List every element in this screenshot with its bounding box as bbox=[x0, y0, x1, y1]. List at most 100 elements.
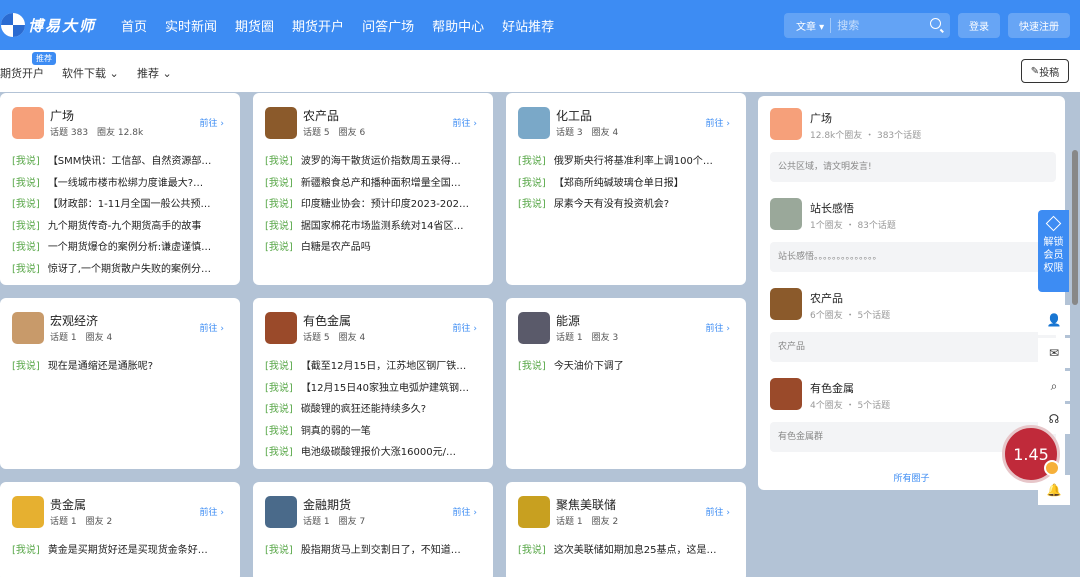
search-icon[interactable] bbox=[930, 18, 941, 29]
scrollbar[interactable] bbox=[1072, 150, 1078, 305]
go-link[interactable]: 前往 › bbox=[200, 321, 224, 334]
circle-card: 化工品 话题 3 圈友 4 前往 › [我说] 俄罗斯央行将基准利率上调100个…… bbox=[506, 93, 746, 285]
post-item[interactable]: [我说] 印度糖业协会：预计印度2023-202… bbox=[265, 194, 481, 216]
subnav-software[interactable]: 软件下载 ⌄ bbox=[62, 65, 119, 81]
mail-icon[interactable]: ✉ bbox=[1038, 338, 1070, 368]
subnav-recommend[interactable]: 推荐 ⌄ bbox=[137, 65, 172, 81]
login-button[interactable]: 登录 bbox=[958, 13, 1000, 38]
post-item[interactable]: [我说] 碳酸锂的疯狂还能持续多久? bbox=[265, 399, 481, 421]
post-item[interactable]: [我说] 【郑商所纯碱玻璃仓单日报】 bbox=[518, 173, 734, 195]
site-logo[interactable]: 博易大师 bbox=[0, 11, 100, 39]
post-item[interactable]: [我说] 【SMM快讯：工信部、自然资源部… bbox=[12, 151, 228, 173]
post-item[interactable]: [我说] 【一线城市楼市松绑力度谁最大?… bbox=[12, 173, 228, 195]
circle-title[interactable]: 有色金属 bbox=[303, 312, 351, 329]
post-list: [我说] 股指期货马上到交割日了，不知道… bbox=[265, 540, 481, 562]
post-item[interactable]: [我说] 现在是通缩还是通胀呢? bbox=[12, 356, 228, 378]
circle-meta: 6个圈友 ・ 5个话题 bbox=[810, 311, 891, 321]
post-item[interactable]: [我说] 据国家棉花市场监测系统对14省区… bbox=[265, 216, 481, 238]
top-navbar: 博易大师 首页 实时新闻 期货圈 期货开户 问答广场 帮助中心 好站推荐 文章 … bbox=[0, 0, 1080, 50]
post-tag: [我说] bbox=[265, 545, 293, 556]
subnav-account-open[interactable]: 期货开户 bbox=[0, 65, 44, 81]
post-item[interactable]: [我说] 惊讶了,一个期货散户失败的案例分… bbox=[12, 259, 228, 281]
post-item[interactable]: [我说] 【12月15日40家独立电弧炉建筑钢… bbox=[265, 378, 481, 400]
post-item[interactable]: [我说] 股指期货马上到交割日了，不知道… bbox=[265, 540, 481, 562]
post-item[interactable]: [我说] 今天油价下调了 bbox=[518, 356, 734, 378]
circle-meta: 4个圈友 ・ 5个话题 bbox=[810, 401, 891, 411]
post-list: [我说] 黄金是买期货好还是买现货金条好… bbox=[12, 540, 228, 562]
nav-account-open[interactable]: 期货开户 bbox=[292, 16, 344, 35]
circle-title[interactable]: 聚焦美联储 bbox=[556, 496, 616, 513]
logo-text: 博易大师 bbox=[28, 16, 97, 35]
post-tag: [我说] bbox=[265, 382, 293, 394]
post-item[interactable]: [我说] 波罗的海干散货运价指数周五录得… bbox=[265, 151, 481, 173]
circle-thumbnail bbox=[12, 496, 44, 528]
post-tag: [我说] bbox=[518, 199, 546, 210]
post-item[interactable]: [我说] 【财政部：1-11月全国一般公共预… bbox=[12, 194, 228, 216]
circle-name: 站长感悟 bbox=[810, 202, 854, 215]
circle-title[interactable]: 能源 bbox=[556, 312, 580, 329]
vip-unlock-button[interactable]: 解锁会员权限 bbox=[1038, 210, 1069, 292]
go-link[interactable]: 前往 › bbox=[706, 116, 730, 129]
circle-title[interactable]: 贵金属 bbox=[50, 496, 86, 513]
post-item[interactable]: [我说] 新疆粮食总产和播种面积增量全国… bbox=[265, 173, 481, 195]
post-tag: [我说] bbox=[518, 177, 546, 189]
go-link[interactable]: 前往 › bbox=[453, 505, 477, 518]
post-list: [我说] 今天油价下调了 bbox=[518, 356, 734, 378]
refresh-icon[interactable] bbox=[1044, 460, 1060, 476]
go-link[interactable]: 前往 › bbox=[453, 321, 477, 334]
circle-card: 农产品 话题 5 圈友 6 前往 › [我说] 波罗的海干散货运价指数周五录得…[… bbox=[253, 93, 493, 285]
nav-home[interactable]: 首页 bbox=[121, 16, 147, 35]
circle-title[interactable]: 宏观经济 bbox=[50, 312, 98, 329]
search-side-icon[interactable]: ⌕ bbox=[1038, 371, 1070, 401]
sub-navbar: 推荐 期货开户 软件下载 ⌄ 推荐 ⌄ bbox=[0, 50, 1080, 92]
circle-meta: 话题 1 圈友 3 bbox=[556, 333, 619, 343]
go-link[interactable]: 前往 › bbox=[200, 505, 224, 518]
post-tag: [我说] bbox=[518, 545, 546, 556]
post-item[interactable]: [我说] 铜真的弱的一笔 bbox=[265, 421, 481, 443]
nav-qa[interactable]: 问答广场 bbox=[362, 16, 414, 35]
circle-desc: 公共区域，请文明发言! bbox=[770, 152, 1056, 182]
circle-card: 有色金属 话题 5 圈友 4 前往 › [我说] 【截至12月15日，江苏地区钢厂… bbox=[253, 298, 493, 469]
search-type-select[interactable]: 文章 ▾ bbox=[784, 18, 832, 33]
register-button[interactable]: 快速注册 bbox=[1008, 13, 1070, 38]
post-item[interactable]: [我说] 白糖是农产品吗 bbox=[265, 237, 481, 259]
post-item[interactable]: [我说] 一个期货爆仓的案例分析:谦虚谨慎… bbox=[12, 237, 228, 259]
circle-title[interactable]: 化工品 bbox=[556, 107, 592, 124]
circle-thumbnail bbox=[518, 496, 550, 528]
post-item[interactable]: [我说] 黄金是买期货好还是买现货金条好… bbox=[12, 540, 228, 562]
circle-thumbnail bbox=[12, 312, 44, 344]
go-link[interactable]: 前往 › bbox=[706, 505, 730, 518]
nav-sites[interactable]: 好站推荐 bbox=[502, 16, 554, 35]
user-icon[interactable]: 👤 bbox=[1038, 305, 1070, 335]
go-link[interactable]: 前往 › bbox=[453, 116, 477, 129]
post-list: [我说] 现在是通缩还是通胀呢? bbox=[12, 356, 228, 378]
go-link[interactable]: 前往 › bbox=[706, 321, 730, 334]
post-item[interactable]: [我说] 这次美联储如期加息25基点，这是… bbox=[518, 540, 734, 562]
circle-card: 宏观经济 话题 1 圈友 4 前往 › [我说] 现在是通缩还是通胀呢? bbox=[0, 298, 240, 469]
circle-card: 金融期货 话题 1 圈友 7 前往 › [我说] 股指期货马上到交割日了，不知道… bbox=[253, 482, 493, 577]
post-item[interactable]: [我说] 俄罗斯央行将基准利率上调100个… bbox=[518, 151, 734, 173]
circle-title[interactable]: 金融期货 bbox=[303, 496, 351, 513]
nav-futures-circle[interactable]: 期货圈 bbox=[235, 16, 274, 35]
circle-title[interactable]: 广场 bbox=[50, 107, 74, 124]
post-tag: [我说] bbox=[265, 447, 293, 458]
post-tag: [我说] bbox=[518, 361, 546, 372]
post-list: [我说] 波罗的海干散货运价指数周五录得… [我说] 新疆粮食总产和播种面积增量全国…… bbox=[265, 151, 481, 259]
circle-meta: 话题 1 圈友 7 bbox=[303, 517, 366, 527]
go-link[interactable]: 前往 › bbox=[200, 116, 224, 129]
post-item[interactable]: [我说] 【截至12月15日，江苏地区钢厂铁… bbox=[265, 356, 481, 378]
main-nav: 首页 实时新闻 期货圈 期货开户 问答广场 帮助中心 好站推荐 bbox=[112, 0, 563, 50]
post-tag: [我说] bbox=[12, 361, 40, 372]
search-input[interactable] bbox=[837, 19, 924, 32]
post-tag: [我说] bbox=[265, 220, 293, 232]
post-button[interactable]: ✎ 投稿 bbox=[1021, 59, 1069, 83]
circle-name: 广场 bbox=[810, 112, 832, 125]
nav-help[interactable]: 帮助中心 bbox=[432, 16, 484, 35]
circle-meta: 12.8k个圈友 ・ 383个话题 bbox=[810, 131, 922, 141]
post-item[interactable]: [我说] 电池级碳酸锂报价大涨16000元/… bbox=[265, 442, 481, 464]
post-item[interactable]: [我说] 尿素今天有没有投资机会? bbox=[518, 194, 734, 216]
nav-news[interactable]: 实时新闻 bbox=[165, 16, 217, 35]
post-tag: [我说] bbox=[265, 177, 293, 189]
post-item[interactable]: [我说] 九个期货传奇-九个期货高手的故事 bbox=[12, 216, 228, 238]
circle-title[interactable]: 农产品 bbox=[303, 107, 339, 124]
